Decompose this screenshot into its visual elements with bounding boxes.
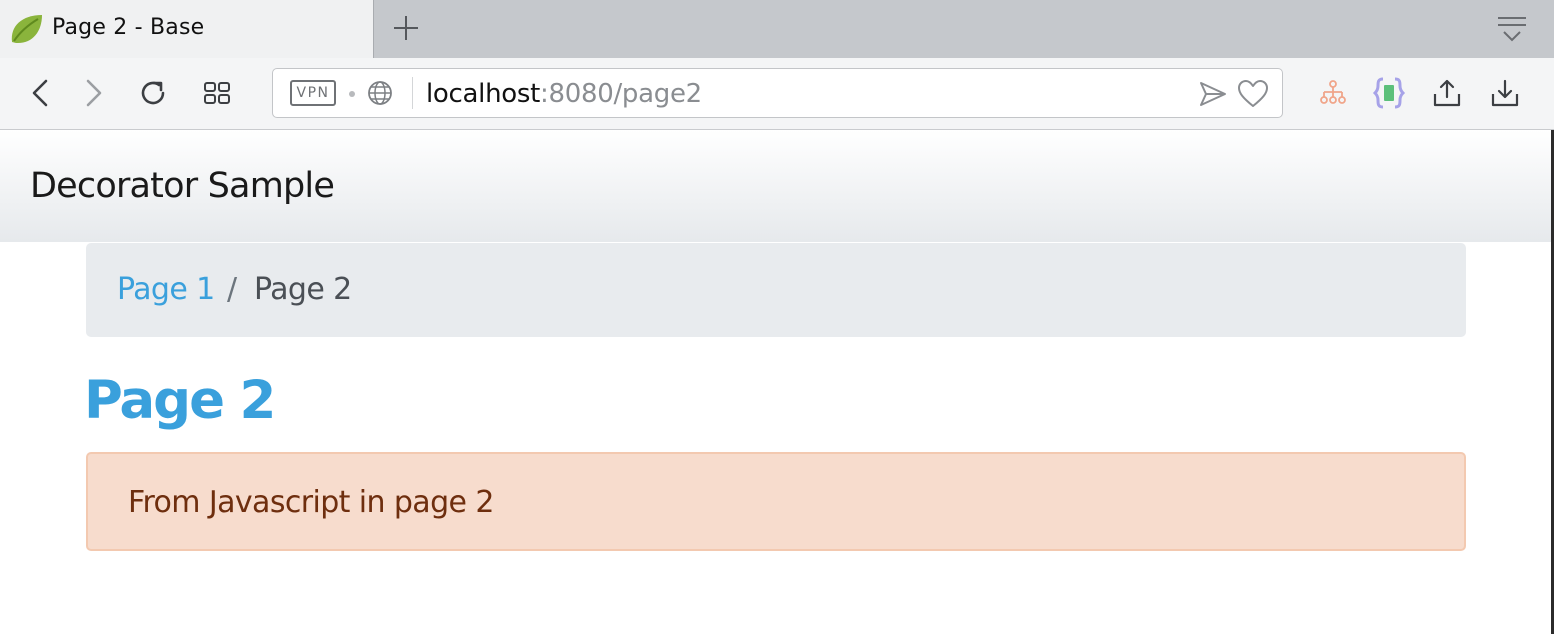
browser-toolbar: VPN localhost:8080/page2: [0, 58, 1554, 130]
breadcrumb: Page 1 / Page 2: [86, 243, 1466, 337]
dot-separator: [349, 91, 355, 97]
active-tab[interactable]: Page 2 - Base: [0, 0, 374, 58]
tab-strip: Page 2 - Base: [0, 0, 1554, 58]
navbar-brand[interactable]: Decorator Sample: [30, 166, 335, 206]
reload-icon[interactable]: [138, 78, 168, 108]
forward-arrow-icon[interactable]: [78, 78, 108, 108]
tab-menu-icon[interactable]: [1496, 14, 1528, 44]
url-field[interactable]: localhost:8080/page2: [426, 79, 702, 109]
alert-box: From Javascript in page 2: [86, 452, 1466, 551]
page-title: Page 2: [84, 370, 276, 431]
send-icon[interactable]: [1198, 80, 1228, 108]
heart-icon[interactable]: [1237, 79, 1269, 109]
breadcrumb-current: Page 2: [254, 272, 352, 307]
alert-message: From Javascript in page 2: [128, 485, 494, 520]
breadcrumb-separator: /: [227, 272, 238, 307]
url-divider: [412, 77, 413, 109]
address-bar[interactable]: VPN localhost:8080/page2: [272, 68, 1283, 118]
speed-dial-icon[interactable]: [202, 78, 232, 108]
braces-icon[interactable]: [1373, 76, 1405, 110]
plus-icon[interactable]: [392, 14, 420, 42]
download-icon[interactable]: [1490, 78, 1520, 108]
back-arrow-icon[interactable]: [26, 78, 56, 108]
url-host: localhost: [426, 79, 541, 109]
vpn-badge[interactable]: VPN: [290, 80, 336, 106]
url-path: :8080/page2: [540, 79, 702, 109]
tab-title: Page 2 - Base: [52, 15, 205, 40]
site-navbar: Decorator Sample: [0, 130, 1554, 242]
breadcrumb-link-page-1[interactable]: Page 1: [117, 272, 215, 307]
spring-leaf-icon: [11, 15, 42, 44]
globe-icon[interactable]: [367, 80, 393, 106]
sitemap-icon[interactable]: [1318, 78, 1348, 108]
share-icon[interactable]: [1432, 78, 1462, 108]
